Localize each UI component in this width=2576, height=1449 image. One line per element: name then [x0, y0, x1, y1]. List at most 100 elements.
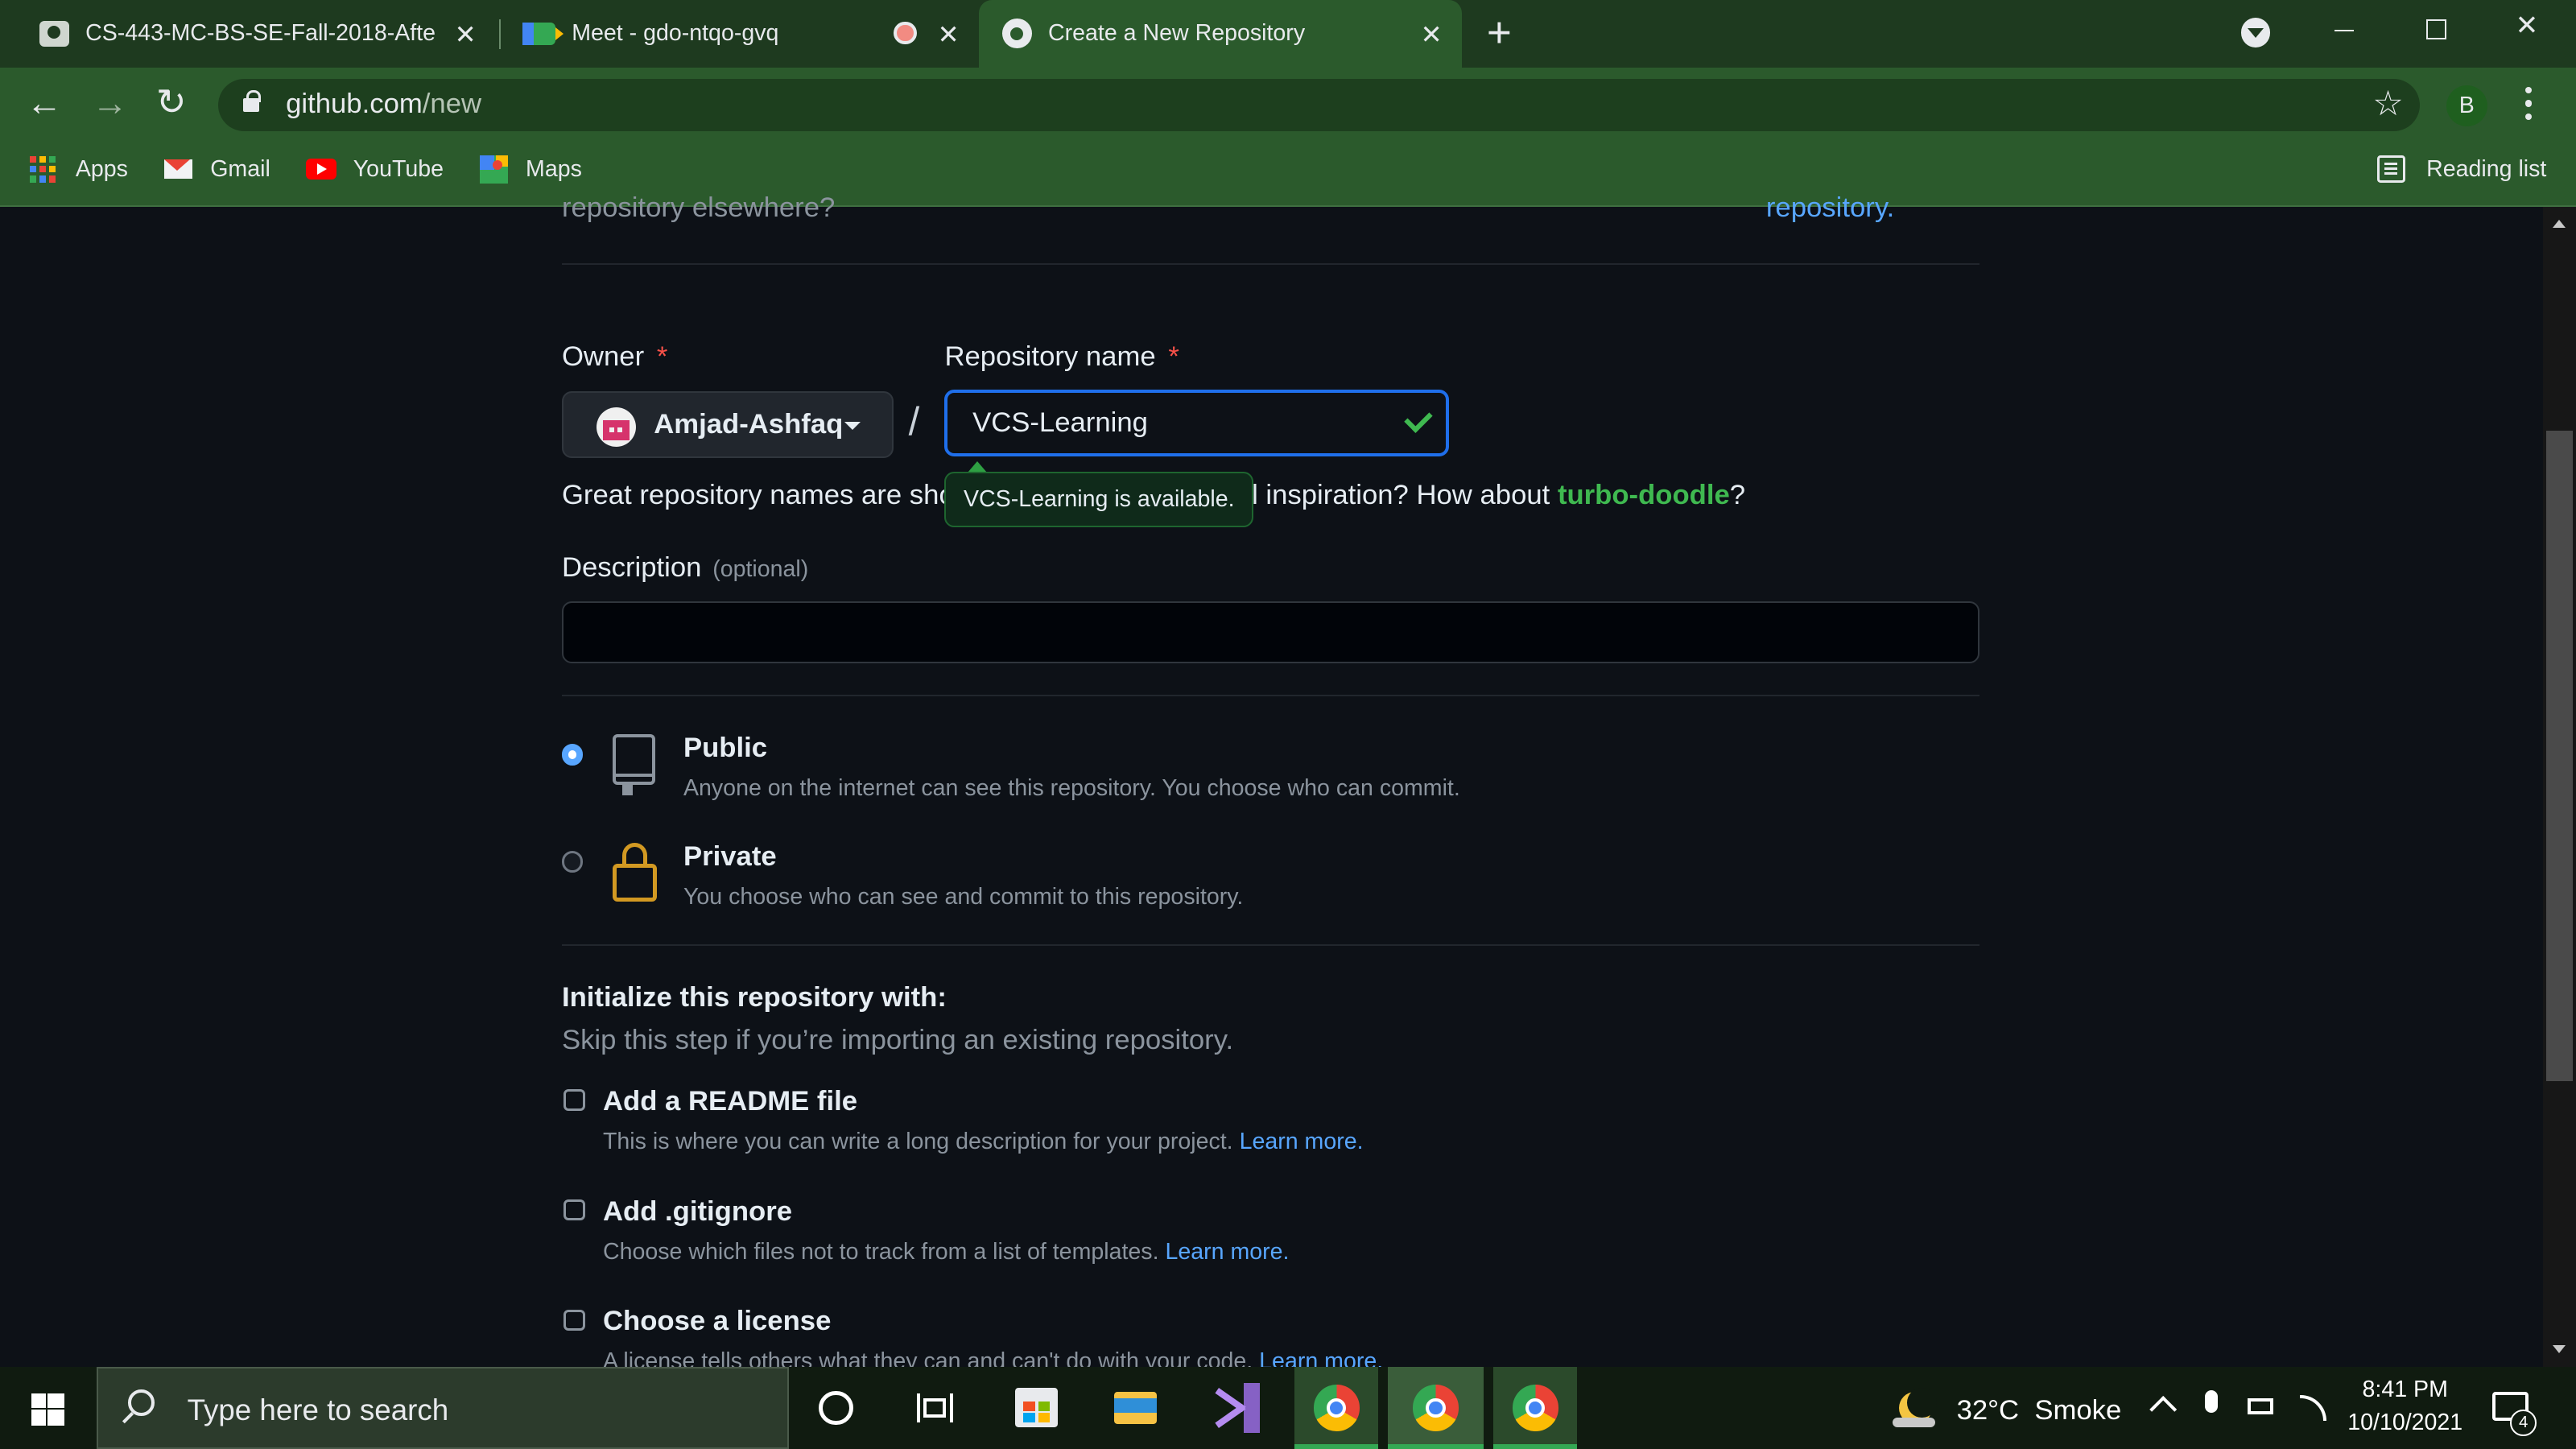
bookmark-label: YouTube — [353, 155, 444, 182]
close-tab-icon[interactable]: ✕ — [937, 19, 959, 50]
task-view-icon[interactable] — [894, 1367, 976, 1449]
owner-repo-slash: / — [908, 399, 920, 444]
classroom-icon — [39, 20, 69, 47]
tab-meet[interactable]: Meet - gdo-ntqo-gvq ✕ — [502, 0, 979, 68]
scrolled-text: repository elsewhere? — [561, 192, 836, 223]
reading-list[interactable]: Reading list — [2377, 142, 2546, 197]
microsoft-store-icon[interactable] — [996, 1367, 1078, 1449]
battery-icon[interactable] — [2247, 1397, 2274, 1415]
chrome-taskbar-icon-2[interactable] — [1388, 1366, 1484, 1449]
back-arrow-icon[interactable]: ← — [27, 82, 63, 124]
bookmark-apps[interactable]: Apps — [29, 142, 128, 197]
taskbar-search-box[interactable]: Type here to search — [97, 1366, 789, 1449]
maps-icon — [479, 155, 508, 184]
notification-count: 4 — [2510, 1410, 2537, 1436]
weather-moon-icon — [1893, 1388, 1938, 1430]
name-hint-suffix: l inspiration? How about turbo-doodle? — [1252, 480, 1745, 511]
license-checkbox[interactable] — [563, 1309, 585, 1331]
repo-name-value: VCS-Learning — [972, 407, 1148, 439]
repository-name-input[interactable]: VCS-Learning — [944, 389, 1449, 457]
repo-book-icon — [609, 734, 657, 797]
lock-icon-shackle — [246, 90, 262, 103]
description-label-text: Description — [561, 551, 702, 583]
bookmark-youtube[interactable]: YouTube — [305, 142, 444, 197]
public-radio[interactable] — [561, 744, 584, 766]
bookmark-label: Apps — [75, 155, 128, 182]
taskbar-clock[interactable]: 8:41 PM 10/10/2021 — [2343, 1377, 2467, 1436]
license-title: Choose a license — [602, 1306, 832, 1337]
bookmark-gmail[interactable]: Gmail — [164, 142, 270, 197]
chevron-down-icon — [2247, 27, 2264, 38]
page-scrollbar[interactable] — [2543, 207, 2576, 1367]
description-input[interactable] — [561, 601, 1980, 664]
cortana-icon[interactable] — [795, 1367, 877, 1449]
learn-more-link[interactable]: Learn more. — [1165, 1239, 1289, 1265]
scroll-up-icon[interactable] — [2553, 220, 2566, 229]
divider — [561, 695, 1980, 697]
import-link[interactable]: repository. — [1766, 192, 1894, 224]
profile-avatar[interactable]: B — [2446, 85, 2487, 127]
chrome-taskbar-icon-3[interactable] — [1493, 1366, 1578, 1449]
close-tab-icon[interactable]: ✕ — [454, 19, 476, 50]
hint-suffix: l inspiration? How about — [1252, 479, 1558, 510]
close-tab-icon[interactable]: ✕ — [1420, 19, 1442, 50]
url-text: github.com/new — [286, 89, 481, 120]
clock-date: 10/10/2021 — [2347, 1410, 2463, 1436]
init-title: Initialize this repository with: — [561, 982, 947, 1013]
new-tab-button[interactable]: + — [1487, 10, 1523, 56]
address-bar[interactable]: github.com/new ☆ — [218, 78, 2421, 132]
star-icon[interactable]: ☆ — [2372, 84, 2403, 124]
description-label: Description (optional) — [562, 552, 808, 584]
public-title: Public — [683, 733, 768, 764]
learn-more-link[interactable]: Learn more. — [1240, 1129, 1364, 1154]
owner-name: Amjad-Ashfaq — [654, 409, 844, 440]
divider — [561, 262, 1980, 265]
weather-text[interactable]: 32°C Smoke — [1957, 1395, 2122, 1426]
scroll-down-icon[interactable] — [2553, 1345, 2566, 1354]
tab-course[interactable]: CS-443-MC-BS-SE-Fall-2018-Afte ✕ — [19, 0, 496, 68]
gmail-icon — [164, 159, 192, 180]
owner-label-text: Owner — [561, 341, 645, 373]
file-explorer-icon[interactable] — [1094, 1367, 1176, 1449]
restore-icon[interactable] — [2426, 19, 2446, 39]
reload-icon[interactable]: ↻ — [156, 80, 187, 123]
minimize-icon[interactable] — [2334, 29, 2355, 31]
reading-list-label: Reading list — [2426, 155, 2547, 182]
clock-time: 8:41 PM — [2362, 1377, 2448, 1403]
chrome-taskbar-icon-1[interactable] — [1294, 1366, 1379, 1449]
menu-icon[interactable] — [2524, 84, 2532, 123]
forward-arrow-icon[interactable]: → — [92, 82, 128, 124]
divider — [561, 944, 1980, 947]
scrollbar-thumb[interactable] — [2546, 430, 2573, 1081]
gitignore-checkbox[interactable] — [563, 1199, 585, 1221]
bookmark-maps[interactable]: Maps — [479, 142, 582, 197]
owner-select[interactable]: Amjad-Ashfaq — [561, 390, 894, 459]
required-mark: * — [1168, 341, 1179, 373]
lock-icon — [609, 842, 660, 906]
readme-title: Add a README file — [602, 1085, 858, 1117]
gitignore-title: Add .gitignore — [602, 1195, 793, 1227]
repo-label-text: Repository name — [944, 341, 1156, 373]
windows-start-icon[interactable] — [31, 1393, 64, 1426]
private-radio[interactable] — [561, 851, 584, 873]
readme-checkbox[interactable] — [563, 1089, 585, 1111]
owner-avatar — [596, 407, 636, 448]
name-hint: Great repository names are sho — [562, 480, 955, 511]
readme-desc-text: This is where you can write a long descr… — [602, 1129, 1233, 1155]
tab-title: CS-443-MC-BS-SE-Fall-2018-Afte — [85, 20, 436, 47]
close-window-icon[interactable]: ✕ — [2515, 10, 2538, 42]
init-subtitle: Skip this step if you’re importing an ex… — [561, 1025, 1234, 1056]
search-placeholder: Type here to search — [187, 1393, 449, 1426]
private-title: Private — [683, 840, 777, 872]
tab-github-new[interactable]: Create a New Repository ✕ — [979, 0, 1463, 68]
tab-separator — [499, 19, 502, 50]
hint-prefix: Great repository names are sho — [561, 479, 955, 510]
microphone-icon[interactable] — [2204, 1389, 2219, 1414]
owner-label: Owner * — [562, 341, 667, 373]
suggestion-link[interactable]: turbo-doodle — [1558, 480, 1730, 510]
repo-name-label: Repository name * — [944, 341, 1179, 373]
optional-tag: (optional) — [712, 555, 809, 582]
tab-title: Create a New Repository — [1048, 20, 1306, 47]
reading-list-icon — [2377, 155, 2405, 184]
visual-studio-icon[interactable] — [1195, 1367, 1277, 1449]
